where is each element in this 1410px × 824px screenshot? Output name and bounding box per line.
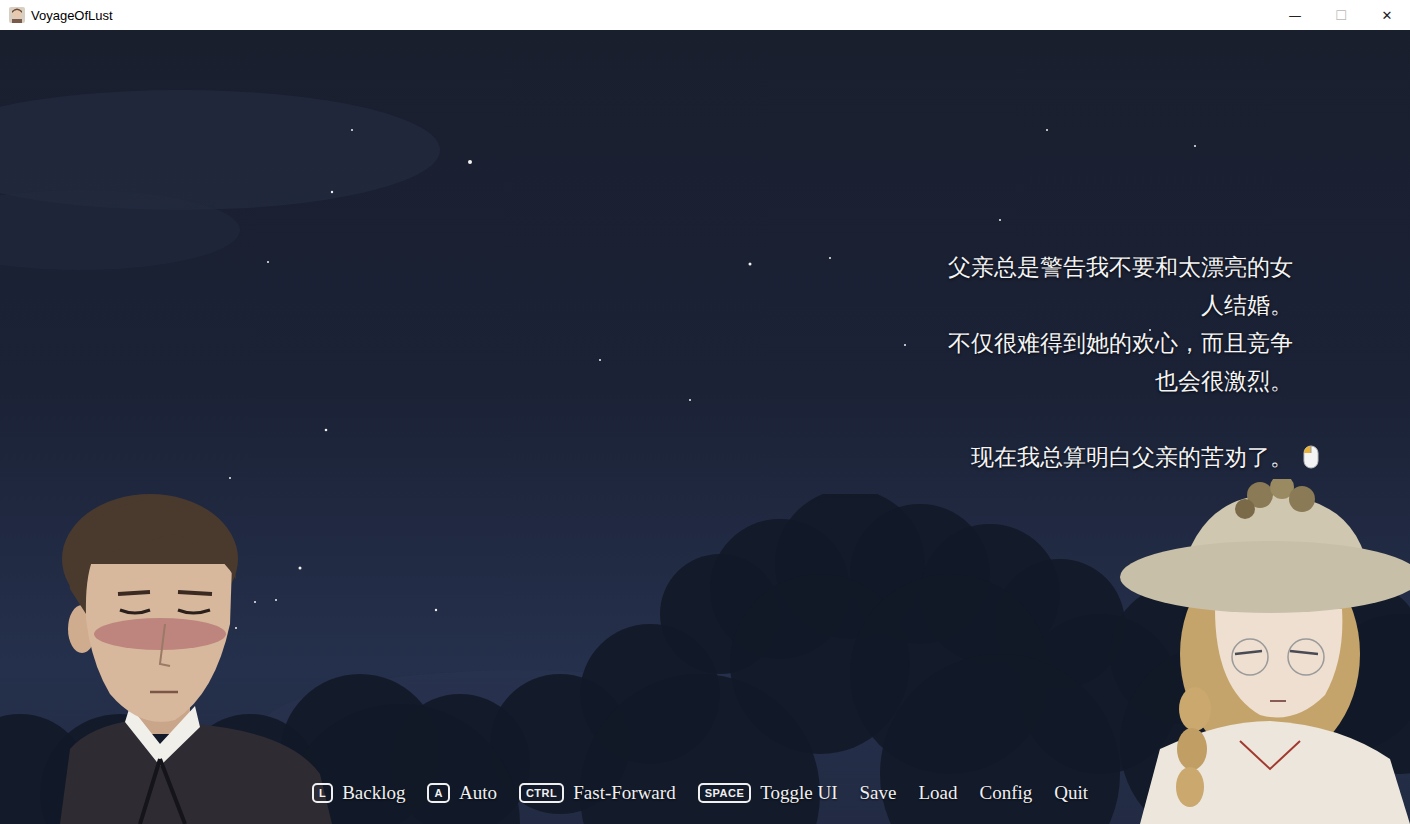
title-bar: VoyageOfLust —☐✕: [0, 0, 1410, 30]
minimize-button[interactable]: —: [1272, 0, 1318, 30]
shortcut-button[interactable]: SPACE Toggle UI: [698, 782, 838, 804]
dialogue-line: 现在我总算明白父亲的苦劝了。: [948, 438, 1293, 476]
dialogue-text[interactable]: 父亲总是警告我不要和太漂亮的女 人结婚。 不仅很难得到她的欢心，而且竞争 也会很…: [948, 248, 1293, 476]
female-character: [1120, 479, 1410, 824]
maximize-button: ☐: [1318, 0, 1364, 30]
game-window: VoyageOfLust —☐✕ 父亲总是警告我不要和太漂亮的女 人结婚。 不仅…: [0, 0, 1410, 824]
menu-button[interactable]: Save: [860, 782, 897, 804]
game-scene[interactable]: 父亲总是警告我不要和太漂亮的女 人结婚。 不仅很难得到她的欢心，而且竞争 也会很…: [0, 30, 1410, 824]
key-badge: A: [427, 783, 449, 803]
menu-button[interactable]: Load: [918, 782, 957, 804]
dialogue-line: 也会很激烈。: [948, 362, 1293, 400]
shortcut-button[interactable]: CTRL Fast-Forward: [519, 782, 676, 804]
dialogue-line: 不仅很难得到她的欢心，而且竞争: [948, 324, 1293, 362]
dialogue-paragraph: 父亲总是警告我不要和太漂亮的女 人结婚。 不仅很难得到她的欢心，而且竞争 也会很…: [948, 248, 1293, 400]
dialogue-paragraph: 现在我总算明白父亲的苦劝了。: [948, 438, 1293, 476]
dialogue-line: 人结婚。: [948, 286, 1293, 324]
dialogue-line: 父亲总是警告我不要和太漂亮的女: [948, 248, 1293, 286]
app-icon: [9, 7, 25, 23]
close-button[interactable]: ✕: [1364, 0, 1410, 30]
menu-button[interactable]: Config: [980, 782, 1033, 804]
click-to-continue-icon: [1303, 442, 1319, 470]
key-badge: CTRL: [519, 783, 564, 803]
shortcut-button[interactable]: A Auto: [427, 782, 496, 804]
window-title: VoyageOfLust: [31, 8, 113, 23]
key-badge: L: [312, 783, 333, 803]
key-badge: SPACE: [698, 783, 752, 803]
menu-button[interactable]: Quit: [1054, 782, 1088, 804]
quick-menu: L Backlog A Auto CTRL Fast-Forward SPACE To…: [0, 782, 1410, 824]
male-character: [0, 494, 340, 824]
shortcut-button[interactable]: L Backlog: [312, 782, 406, 804]
